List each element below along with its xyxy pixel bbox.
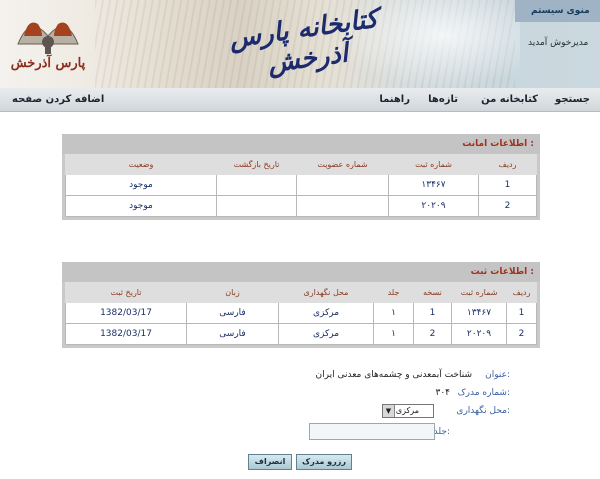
cell-return-date [216, 195, 297, 217]
column-header: شماره عضویت [296, 154, 389, 175]
welcome-text: مدیرخوش آمدید [528, 38, 589, 48]
chevron-down-icon[interactable]: ▼ [383, 405, 395, 417]
nav-new-items[interactable]: تازه‌ها [428, 94, 458, 105]
cell-row-number: 2 [506, 323, 537, 345]
cell-status: موجود [65, 174, 217, 196]
cell-location: مرکزی [278, 323, 374, 345]
add-page-link[interactable]: اضافه کردن صفحه [12, 94, 104, 105]
doc-number-label: شماره مدرک: [457, 388, 510, 398]
table-row: 1 ۱۳۴۶۷ 1 ۱ مرکزی فارسی 1382/03/17 [65, 302, 537, 324]
reserve-button[interactable]: رزرو مدرک [296, 454, 352, 470]
cancel-button[interactable]: انصراف [248, 454, 292, 470]
volume-input[interactable] [309, 423, 435, 440]
loan-info-heading: اطلاعات امانت : [62, 134, 540, 154]
nav-my-library[interactable]: کتابخانه من [481, 94, 538, 105]
column-header: محل نگهداری [278, 282, 374, 303]
column-header: زبان [186, 282, 279, 303]
site-logo[interactable]: پارس آذرخش [8, 6, 88, 82]
column-header: شماره ثبت [388, 154, 479, 175]
cell-row-number: 1 [506, 302, 537, 324]
column-header: جلد [373, 282, 414, 303]
table-header-row: ردیف شماره ثبت نسخه جلد محل نگهداری زبان… [65, 282, 537, 303]
column-header: شماره ثبت [451, 282, 507, 303]
main-navbar: جستجو کتابخانه من تازه‌ها راهنما اضافه ک… [0, 88, 600, 112]
cell-reg-date: 1382/03/17 [65, 323, 187, 345]
loan-info-section: اطلاعات امانت : ردیف شماره ثبت شماره عضو… [62, 134, 540, 220]
location-select-value: مرکزی [395, 406, 419, 415]
book-reader-icon [17, 22, 79, 54]
nav-search[interactable]: جستجو [555, 94, 590, 105]
cell-reg-number: ۲۰۲۰۹ [388, 195, 479, 217]
register-info-heading: اطلاعات ثبت : [62, 262, 540, 282]
cell-return-date [216, 174, 297, 196]
nav-help[interactable]: راهنما [379, 94, 410, 105]
cell-status: موجود [65, 195, 217, 217]
cell-volume: ۱ [373, 323, 414, 345]
cell-reg-number: ۱۳۴۶۷ [451, 302, 507, 324]
cell-row-number: 2 [478, 195, 537, 217]
title-value: شناخت آبمعدنی و چشمه‌های معدنی ایران [315, 370, 472, 380]
cell-reg-number: ۱۳۴۶۷ [388, 174, 479, 196]
column-header: تاریخ بازگشت [216, 154, 297, 175]
cell-copy: 2 [413, 323, 452, 345]
column-header: ردیف [506, 282, 537, 303]
cell-member-number [296, 195, 389, 217]
cell-volume: ۱ [373, 302, 414, 324]
cell-copy: 1 [413, 302, 452, 324]
cell-language: فارسی [186, 323, 279, 345]
column-header: ردیف [478, 154, 537, 175]
column-header: نسخه [413, 282, 452, 303]
volume-label: جلد: [433, 427, 450, 437]
header-banner: پارس آذرخش کتابخانه پارس آذرخش منوی سیست… [0, 0, 600, 88]
logo-text: پارس آذرخش [10, 56, 86, 71]
cell-location: مرکزی [278, 302, 374, 324]
location-select[interactable]: ▼ مرکزی [382, 404, 434, 418]
register-info-section: اطلاعات ثبت : ردیف شماره ثبت نسخه جلد مح… [62, 262, 540, 348]
table-header-row: ردیف شماره ثبت شماره عضویت تاریخ بازگشت … [65, 154, 537, 175]
location-label: محل نگهداری: [456, 406, 510, 416]
table-row: 1 ۱۳۴۶۷ موجود [65, 174, 537, 196]
column-header: وضعیت [65, 154, 217, 175]
column-header: تاریخ ثبت [65, 282, 187, 303]
table-row: 2 ۲۰۲۰۹ 2 ۱ مرکزی فارسی 1382/03/17 [65, 323, 537, 345]
cell-reg-date: 1382/03/17 [65, 302, 187, 324]
register-info-table: ردیف شماره ثبت نسخه جلد محل نگهداری زبان… [65, 282, 537, 345]
loan-info-table: ردیف شماره ثبت شماره عضویت تاریخ بازگشت … [65, 154, 537, 217]
title-label: عنوان: [485, 370, 510, 380]
cell-reg-number: ۲۰۲۰۹ [451, 323, 507, 345]
system-menu-button[interactable]: منوی سیستم [515, 0, 600, 22]
doc-number-value: ۳۰۴ [435, 388, 450, 398]
table-row: 2 ۲۰۲۰۹ موجود [65, 195, 537, 217]
cell-language: فارسی [186, 302, 279, 324]
cell-row-number: 1 [478, 174, 537, 196]
cell-member-number [296, 174, 389, 196]
